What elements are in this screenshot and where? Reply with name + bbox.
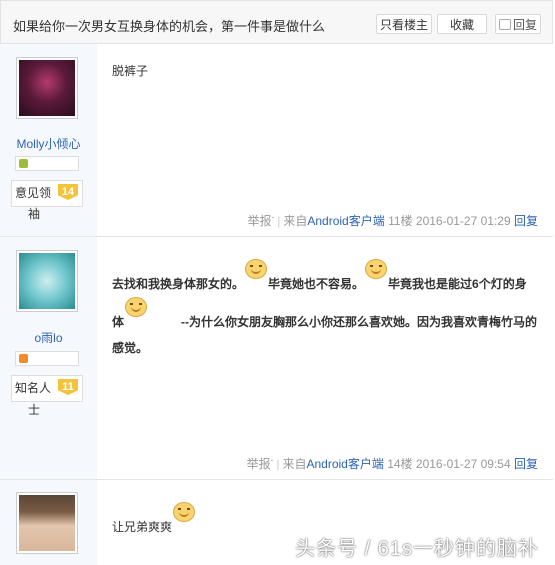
- floor-number: 14楼: [387, 457, 413, 471]
- post-floor-11: Molly小倾心 意见领 14 袖 脱裤子 举报ˇ | 来自Android客户端 1…: [0, 44, 553, 237]
- avatar-image: [19, 253, 75, 309]
- avatar[interactable]: [16, 250, 78, 312]
- member-badge: [15, 351, 79, 366]
- post-time: 2016-01-27 01:29: [415, 214, 511, 228]
- level-box: 意见领 14: [11, 180, 83, 207]
- post-content: 让兄弟爽爽: [112, 502, 196, 535]
- content-text: 去找和我换身体那女的。: [112, 277, 245, 291]
- user-sidebar: [0, 480, 97, 565]
- favorite-button[interactable]: 收藏: [437, 14, 487, 34]
- reply-button[interactable]: 回复: [495, 14, 541, 34]
- username-link[interactable]: Molly小倾心: [0, 135, 97, 152]
- level-title-cont: 袖: [28, 207, 41, 221]
- floor-number: 11楼: [388, 214, 413, 228]
- member-badge: [15, 156, 79, 171]
- badge-icon: [19, 354, 28, 363]
- source-prefix: 来自: [283, 214, 308, 228]
- content-text: 让兄弟爽爽: [112, 520, 173, 534]
- source-prefix: 来自: [282, 457, 307, 471]
- avatar-image: [19, 495, 75, 551]
- user-sidebar: Molly小倾心 意见领 14 袖: [0, 44, 97, 236]
- source-app-link[interactable]: Android客户端: [307, 214, 384, 228]
- level-box: 知名人 11: [11, 375, 83, 402]
- level-title: 意见领: [15, 186, 52, 200]
- smile-emoticon-icon: [125, 297, 148, 317]
- smile-emoticon-icon: [245, 259, 268, 279]
- thread-header: 如果给你一次男女互换身体的机会，第一件事是做什么 只看楼主 收藏 回复: [0, 0, 553, 44]
- reply-button-label: 回复: [512, 18, 537, 32]
- report-link[interactable]: 举报ˇ: [247, 457, 274, 471]
- reply-icon: [498, 19, 511, 30]
- post-floor-14: o雨lo 知名人 11 士 去找和我换身体那女的。 毕竟她也不容易。 毕竟我也是能过…: [0, 237, 553, 480]
- post-meta: 举报ˇ | 来自Android客户端 14楼 2016-01-27 09:54 回复: [246, 457, 538, 471]
- content-text: 毕竟她也不容易。: [268, 277, 365, 291]
- post-meta: 举报ˇ | 来自Android客户端 11楼 2016-01-27 01:29 回复: [247, 214, 538, 228]
- level-number: 14: [58, 184, 78, 200]
- only-op-button[interactable]: 只看楼主: [376, 14, 432, 34]
- smile-emoticon-icon: [365, 259, 388, 279]
- thread-title: 如果给你一次男女互换身体的机会，第一件事是做什么: [13, 19, 326, 34]
- level-number: 11: [58, 379, 78, 395]
- reply-link[interactable]: 回复: [514, 457, 538, 471]
- report-link[interactable]: 举报ˇ: [248, 214, 275, 228]
- post-content: 脱裤子: [112, 64, 149, 78]
- source-app-link[interactable]: Android客户端: [306, 457, 383, 471]
- watermark: 头条号 / 61s一秒钟的脑补: [295, 538, 539, 560]
- level-title-cont: 士: [28, 403, 41, 417]
- reply-link[interactable]: 回复: [514, 214, 538, 228]
- smile-emoticon-icon: [173, 502, 196, 522]
- user-sidebar: o雨lo 知名人 11 士: [0, 237, 97, 479]
- level-title: 知名人: [15, 381, 52, 395]
- post-content: 去找和我换身体那女的。 毕竟她也不容易。 毕竟我也是能过6个灯的身体 --为什么你女朋…: [112, 259, 537, 361]
- avatar[interactable]: [16, 492, 78, 554]
- avatar-image: [19, 60, 75, 116]
- badge-icon: [19, 159, 28, 168]
- post-time: 2016-01-27 09:54: [415, 457, 511, 471]
- content-text: --为什么你女朋友胸那么小你还那么喜欢她。因为我喜欢青梅竹马的感觉。: [112, 315, 538, 355]
- avatar[interactable]: [16, 57, 78, 119]
- username-link[interactable]: o雨lo: [0, 329, 97, 346]
